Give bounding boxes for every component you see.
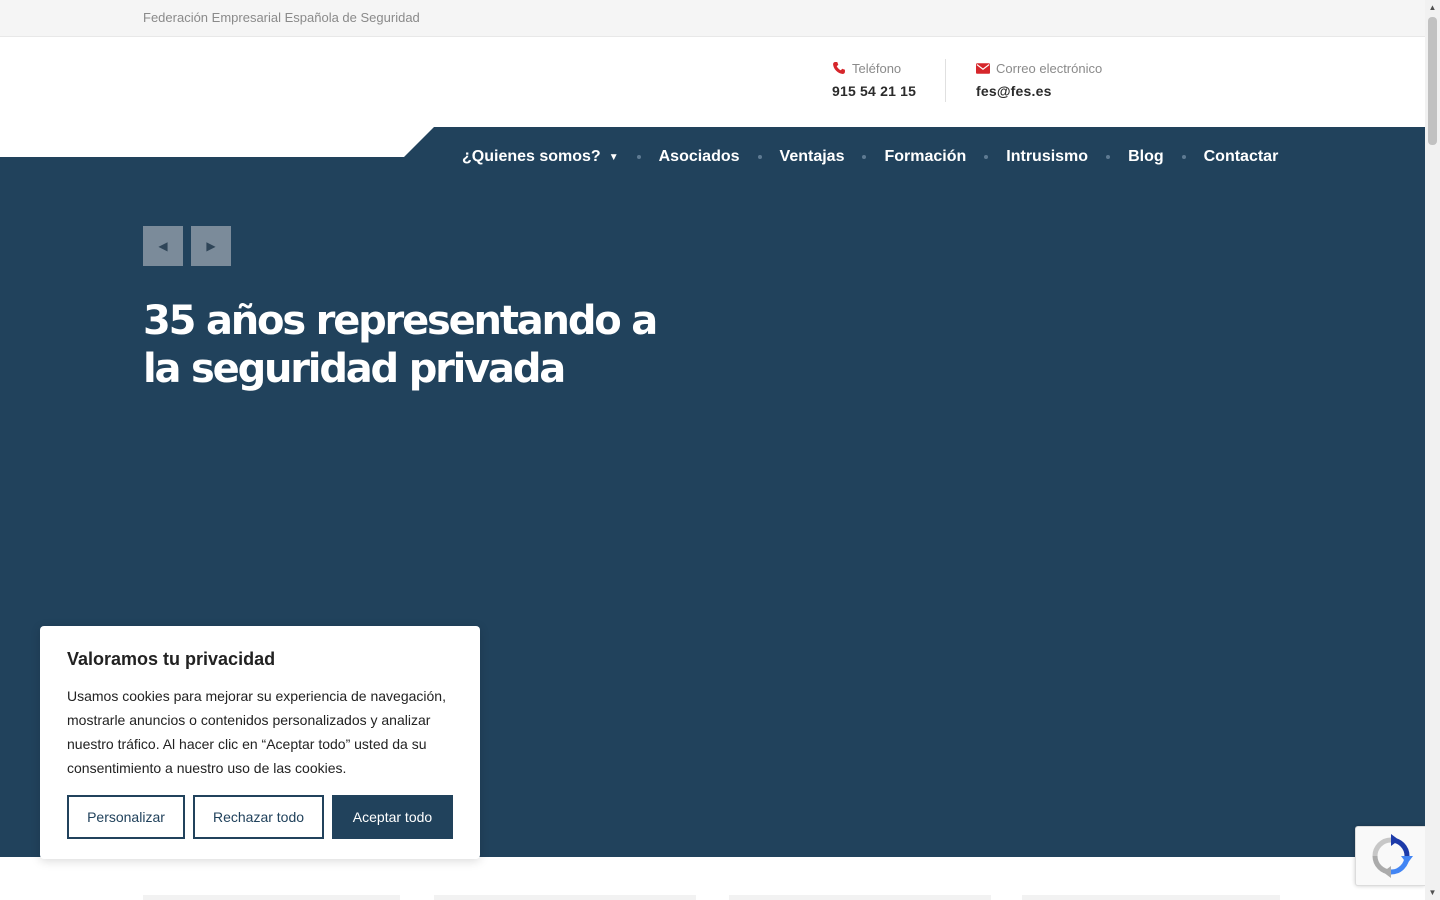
nav-item-blog[interactable]: Blog — [1128, 148, 1164, 166]
email-contact[interactable]: Correo electrónico fes@fes.es — [976, 59, 1102, 99]
header: Teléfono 915 54 21 15 Correo electrónico… — [0, 37, 1425, 127]
hero-title: 35 años representando a la seguridad pri… — [143, 298, 658, 392]
nav-label: ¿Quienes somos? — [462, 148, 601, 165]
nav-separator — [757, 155, 762, 159]
card-preview — [434, 895, 696, 900]
recaptcha-badge[interactable] — [1355, 826, 1425, 886]
nav-label: Intrusismo — [1006, 148, 1089, 165]
phone-icon — [833, 62, 845, 74]
organization-name: Federación Empresarial Española de Segur… — [143, 10, 420, 25]
phone-contact[interactable]: Teléfono 915 54 21 15 — [832, 59, 916, 100]
envelope-icon — [976, 62, 990, 74]
nav-item-ventajas[interactable]: Ventajas — [780, 148, 845, 166]
nav-label: Formación — [884, 148, 967, 165]
nav-separator — [1181, 155, 1186, 159]
scrollbar-thumb[interactable] — [1428, 17, 1437, 145]
scroll-down-icon[interactable]: ▼ — [1425, 885, 1440, 900]
phone-label: Teléfono — [852, 60, 902, 76]
cookie-description: Usamos cookies para mejorar su experienc… — [67, 688, 446, 776]
cookie-title: Valoramos tu privacidad — [67, 649, 276, 669]
nav-item-quienes-somos[interactable]: ¿Quienes somos? ▼ — [462, 148, 619, 166]
caret-down-icon: ▼ — [608, 151, 619, 163]
nav-separator — [862, 155, 867, 159]
top-bar: Federación Empresarial Española de Segur… — [0, 0, 1425, 37]
nav-label: Blog — [1128, 148, 1164, 165]
card-preview — [1022, 895, 1280, 900]
recaptcha-icon — [1372, 834, 1413, 878]
accept-all-button[interactable]: Aceptar todo — [332, 795, 453, 839]
nav-separator — [1106, 155, 1111, 159]
card-preview — [729, 895, 991, 900]
nav-label: Asociados — [658, 148, 740, 165]
nav-item-contactar[interactable]: Contactar — [1204, 148, 1279, 166]
email-address[interactable]: fes@fes.es — [976, 83, 1102, 99]
slider-next-button[interactable]: ▶ — [191, 226, 231, 266]
arrow-right-icon: ▶ — [206, 239, 216, 253]
nav-item-asociados[interactable]: Asociados — [659, 148, 740, 166]
nav-label: Ventajas — [779, 148, 845, 165]
page-scrollbar[interactable]: ▲ ▼ — [1425, 0, 1440, 900]
reject-all-button[interactable]: Rechazar todo — [193, 795, 324, 839]
contact-divider — [945, 59, 946, 102]
email-label: Correo electrónico — [996, 60, 1103, 76]
nav-separator — [636, 155, 641, 159]
phone-number[interactable]: 915 54 21 15 — [832, 83, 916, 99]
nav-item-formacion[interactable]: Formación — [884, 148, 966, 166]
scroll-up-icon[interactable]: ▲ — [1425, 0, 1440, 15]
nav-label: Contactar — [1203, 148, 1279, 165]
arrow-left-icon: ◀ — [158, 239, 168, 253]
cookie-consent-banner: Valoramos tu privacidad Usamos cookies p… — [40, 626, 480, 859]
main-nav: ¿Quienes somos? ▼ Asociados Ventajas For… — [462, 144, 1278, 170]
header-notch — [0, 127, 434, 157]
customize-button[interactable]: Personalizar — [67, 795, 185, 839]
nav-separator — [984, 155, 989, 159]
nav-item-intrusismo[interactable]: Intrusismo — [1006, 148, 1088, 166]
slider-prev-button[interactable]: ◀ — [143, 226, 183, 266]
card-preview — [143, 895, 400, 900]
